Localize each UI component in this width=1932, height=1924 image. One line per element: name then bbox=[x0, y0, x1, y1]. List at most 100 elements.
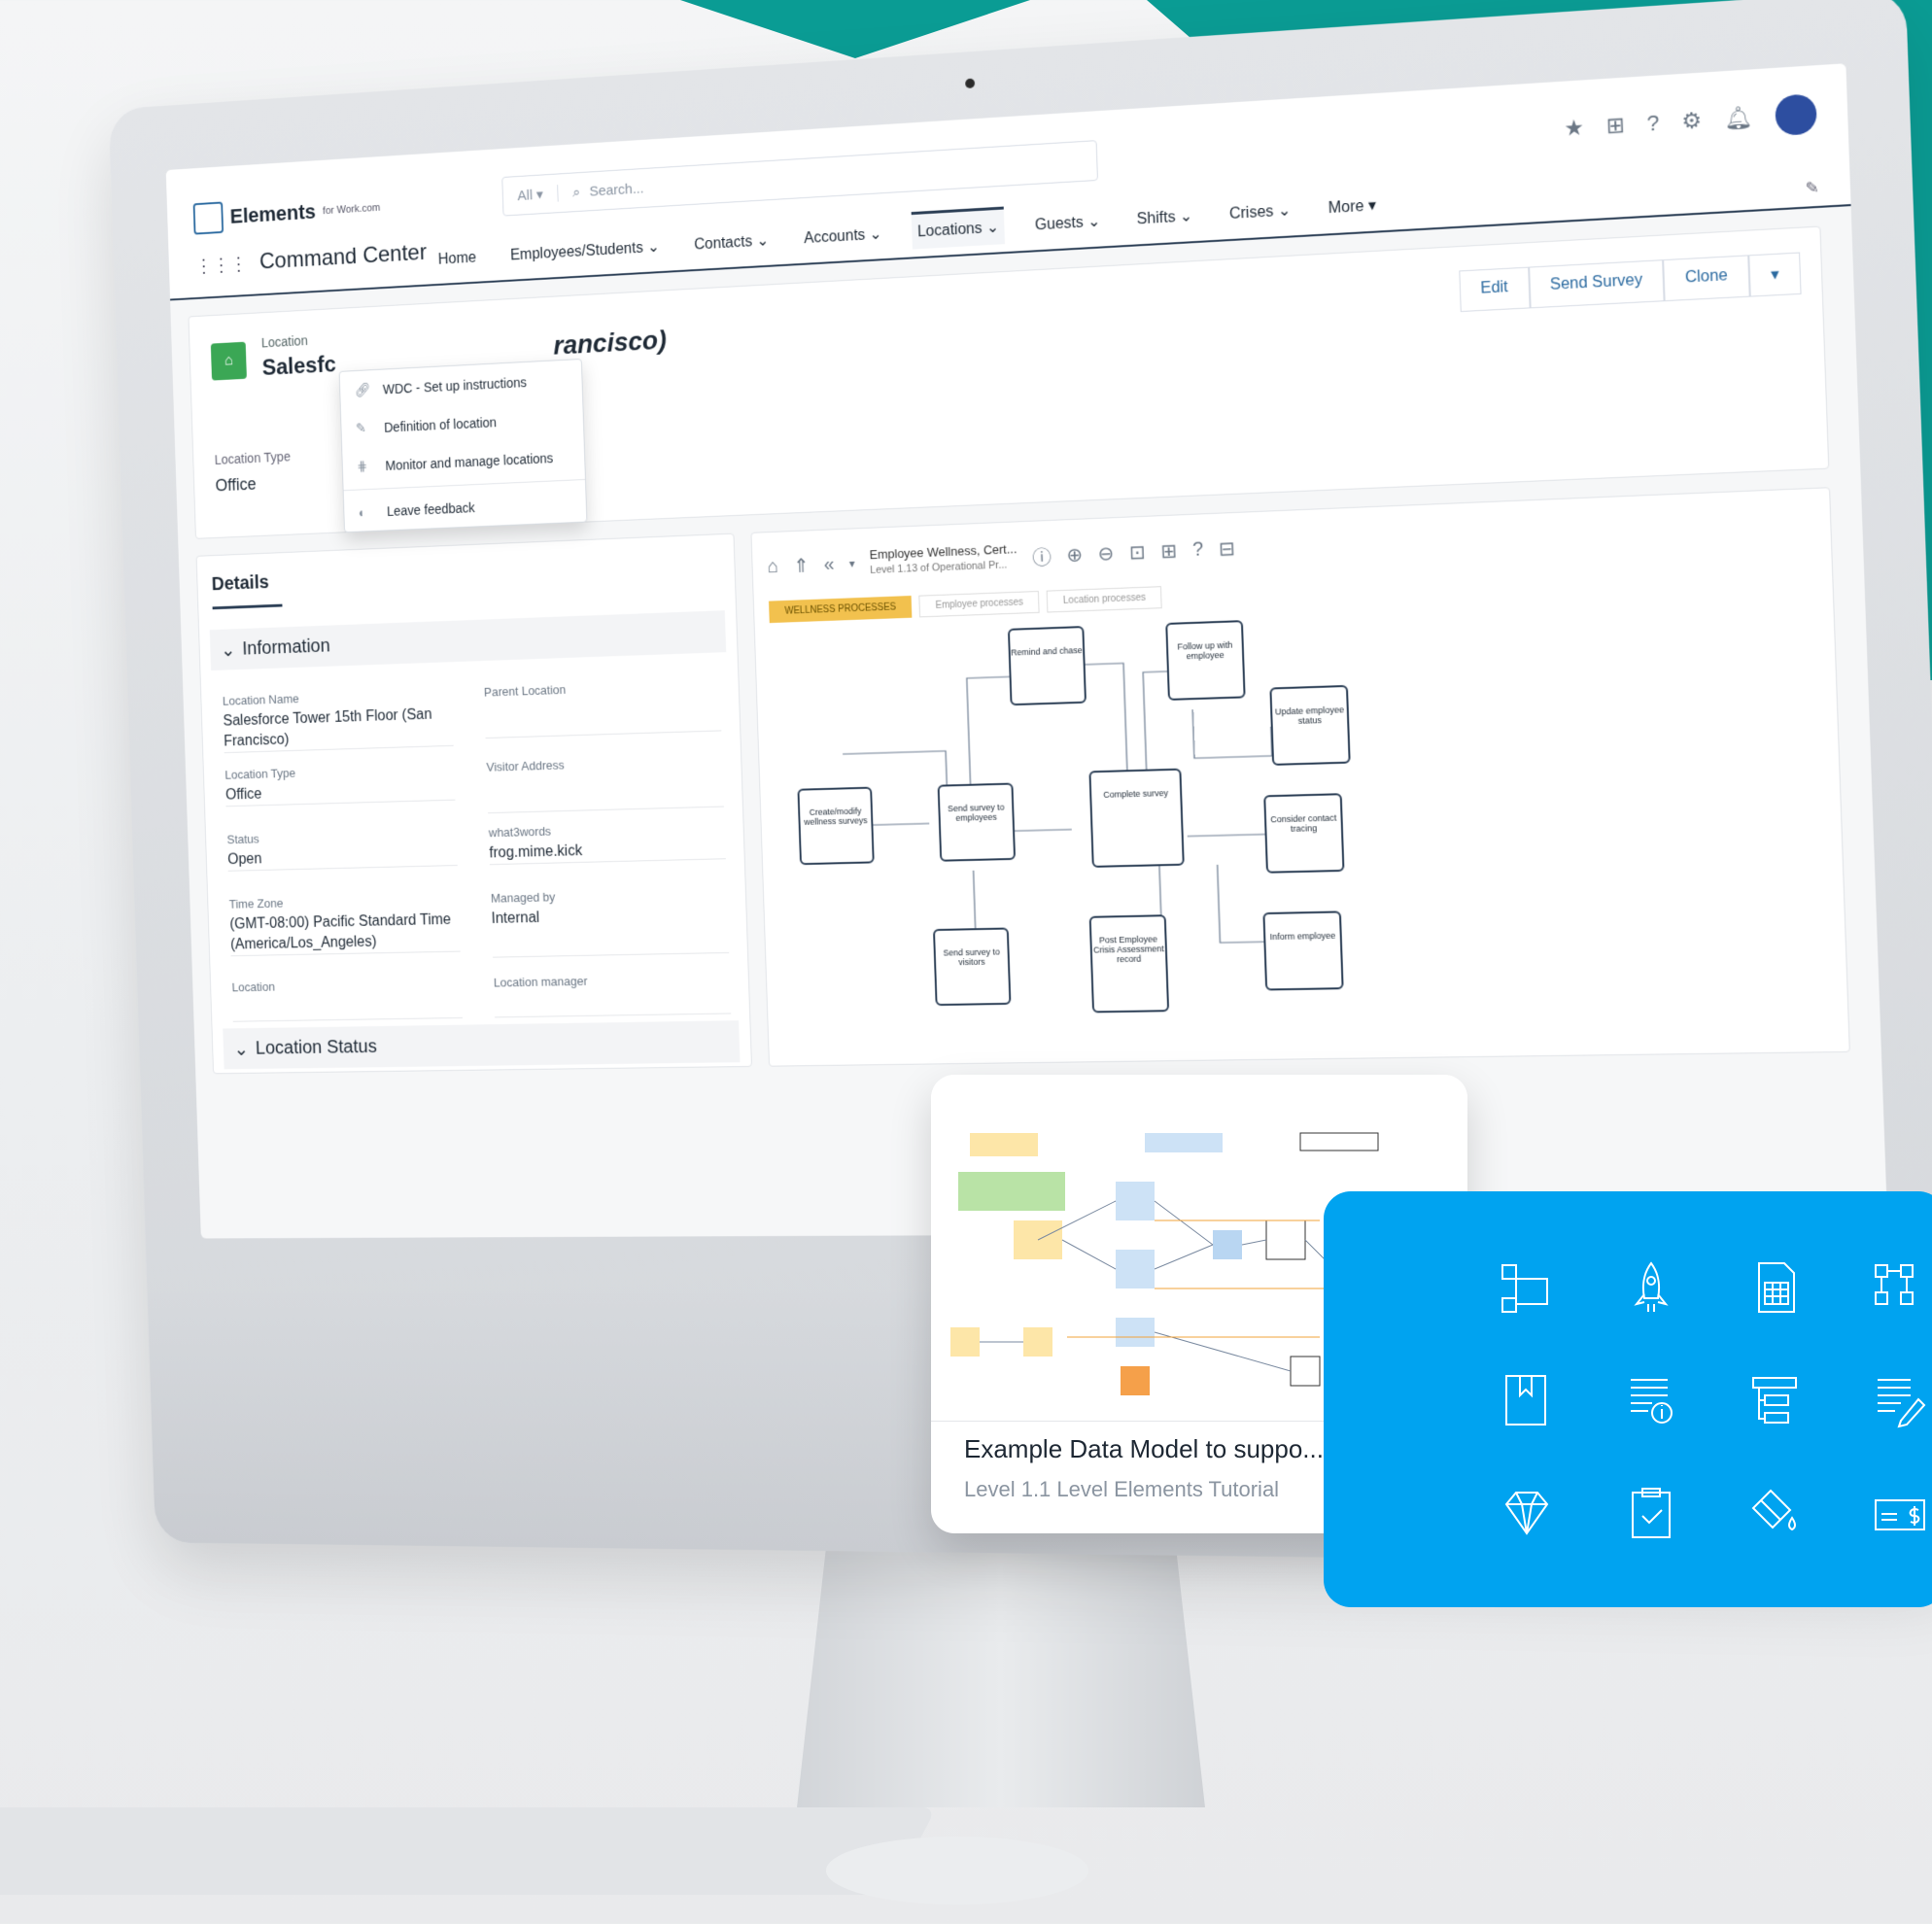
feature-icon-grid bbox=[1499, 1259, 1932, 1598]
process-node[interactable]: Complete survey bbox=[1088, 768, 1185, 868]
tab-accounts[interactable]: Accounts ⌄ bbox=[798, 217, 888, 257]
utility-bar: ★ ⊞ ? ⚙ 🔔︎ bbox=[1564, 93, 1817, 149]
send-survey-button[interactable]: Send Survey bbox=[1528, 259, 1665, 309]
process-node[interactable]: Create/modify wellness surveys bbox=[797, 786, 875, 866]
field-managed-by[interactable]: Managed by Internal bbox=[490, 885, 730, 958]
tab-locations[interactable]: Locations ⌄ bbox=[911, 206, 1006, 250]
more-actions-button[interactable]: ▾ bbox=[1748, 252, 1802, 297]
menu-item-feedback[interactable]: ◐ Leave feedback bbox=[344, 484, 587, 532]
process-node[interactable]: Send survey to visitors bbox=[932, 927, 1012, 1007]
process-node[interactable]: Follow up with employee bbox=[1165, 620, 1246, 701]
field-status[interactable]: Status Open bbox=[226, 826, 458, 872]
record-actions: Edit Send Survey Clone ▾ bbox=[1459, 252, 1802, 313]
chevron-down-icon: ⌄ bbox=[220, 639, 236, 661]
app-launcher[interactable]: ⋮⋮⋮ Command Center bbox=[194, 240, 427, 280]
record-title: Salesfc bbox=[261, 352, 337, 381]
process-node[interactable]: Remind and chase bbox=[1007, 626, 1087, 706]
gear-icon[interactable]: ⚙ bbox=[1681, 108, 1703, 135]
bell-icon[interactable]: 🔔︎ bbox=[1724, 104, 1753, 132]
search-icon: ⌕ bbox=[571, 184, 581, 201]
search-input[interactable]: Search... bbox=[589, 180, 644, 199]
tab-contacts[interactable]: Contacts ⌄ bbox=[688, 223, 775, 261]
search-scope-select[interactable]: All ▾ bbox=[502, 185, 559, 205]
menu-item-label: Leave feedback bbox=[386, 499, 475, 519]
field-label: Managed by bbox=[490, 889, 556, 906]
node-label: Post Employee Crisis Assessment record bbox=[1092, 934, 1164, 965]
process-diagram-panel: ⌂ ⇑ « ▾ Employee Wellness, Cert... Level… bbox=[750, 487, 1850, 1067]
node-label: Send survey to visitors bbox=[943, 946, 1000, 968]
field-location-name[interactable]: Location Name Salesforce Tower 15th Floo… bbox=[222, 686, 454, 754]
menu-item-label: Monitor and manage locations bbox=[385, 450, 554, 473]
field-what3words[interactable]: what3words frog.mime.kick bbox=[488, 819, 726, 866]
edit-nav-icon[interactable]: ✎ bbox=[1805, 178, 1819, 198]
field-label: Status bbox=[226, 831, 259, 847]
edit-button[interactable]: Edit bbox=[1459, 266, 1531, 313]
monitor-stand bbox=[797, 1516, 1205, 1807]
feature-icon-panel bbox=[1324, 1191, 1932, 1607]
tree-structure-icon bbox=[1747, 1372, 1872, 1485]
tab-guests[interactable]: Guests ⌄ bbox=[1029, 203, 1107, 242]
field-location-manager[interactable]: Location manager bbox=[493, 971, 732, 1018]
process-node[interactable]: Post Employee Crisis Assessment record bbox=[1088, 914, 1170, 1014]
teal-shape-left bbox=[680, 0, 1030, 58]
record-title-tail: rancisco) bbox=[552, 325, 668, 361]
link-icon: 🔗︎ bbox=[354, 381, 371, 397]
field-timezone[interactable]: Time Zone (GMT-08:00) Pacific Standard T… bbox=[228, 891, 461, 957]
field-value: (GMT-08:00) Pacific Standard Time (Ameri… bbox=[229, 911, 452, 953]
field-label: Location Type bbox=[224, 766, 296, 782]
brand-logo[interactable]: Elements for Work.com bbox=[192, 192, 381, 235]
help-icon[interactable]: ? bbox=[1646, 110, 1660, 136]
node-label: Remind and chase bbox=[1010, 645, 1083, 658]
field-label: Visitor Address bbox=[486, 757, 565, 774]
rocket-icon bbox=[1623, 1259, 1747, 1372]
field-parent-location[interactable]: Parent Location bbox=[483, 676, 722, 739]
paint-bucket-icon bbox=[1747, 1485, 1872, 1598]
tab-home[interactable]: Home bbox=[432, 242, 482, 277]
keyboard bbox=[0, 1807, 937, 1895]
favorites-icon[interactable]: ★ bbox=[1564, 115, 1584, 142]
tab-more[interactable]: More ▾ bbox=[1322, 188, 1383, 226]
mouse bbox=[826, 1837, 1088, 1905]
add-icon[interactable]: ⊞ bbox=[1605, 113, 1625, 140]
tab-crises[interactable]: Crises ⌄ bbox=[1223, 192, 1297, 231]
avatar[interactable] bbox=[1775, 93, 1817, 137]
node-label: Update employee status bbox=[1274, 704, 1345, 726]
location-type-label: Location Type bbox=[214, 448, 292, 467]
info-dropdown-menu: 🔗︎ WDC - Set up instructions ✎ Definitio… bbox=[338, 358, 588, 533]
location-record-icon: ⌂ bbox=[210, 341, 247, 381]
chevron-down-icon: ⌄ bbox=[233, 1039, 250, 1060]
process-node[interactable]: Send survey to employees bbox=[937, 782, 1017, 862]
currency-card-icon bbox=[1872, 1485, 1932, 1598]
brand-sub: for Work.com bbox=[322, 202, 381, 218]
section-location-status[interactable]: ⌄ Location Status bbox=[223, 1020, 741, 1070]
field-label: what3words bbox=[488, 823, 552, 841]
field-value: Office bbox=[224, 786, 262, 804]
field-value: Internal bbox=[491, 910, 540, 927]
tab-employees[interactable]: Employees/Students ⌄ bbox=[504, 229, 666, 272]
field-label: Location bbox=[231, 979, 276, 995]
tab-shifts[interactable]: Shifts ⌄ bbox=[1130, 198, 1199, 237]
process-node[interactable]: Inform employee bbox=[1262, 910, 1344, 991]
clone-button[interactable]: Clone bbox=[1663, 255, 1750, 302]
record-object-label: Location bbox=[260, 332, 308, 351]
process-node[interactable]: Update employee status bbox=[1269, 684, 1351, 766]
node-label: Consider contact tracing bbox=[1270, 812, 1337, 834]
app-launcher-icon[interactable]: ⋮⋮⋮ bbox=[194, 252, 248, 278]
field-value: Open bbox=[227, 850, 262, 868]
diamond-icon bbox=[1499, 1485, 1623, 1598]
megaphone-icon: ◐ bbox=[358, 504, 366, 521]
field-label: Parent Location bbox=[483, 682, 567, 700]
note-icon: ✎ bbox=[355, 420, 366, 436]
process-node[interactable]: Consider contact tracing bbox=[1263, 793, 1345, 874]
card-title: Example Data Model to suppo... bbox=[964, 1434, 1324, 1463]
menu-item-label: Definition of location bbox=[383, 414, 498, 435]
spreadsheet-icon bbox=[1747, 1259, 1872, 1372]
section-information[interactable]: ⌄ Information bbox=[209, 610, 727, 671]
field-location[interactable]: Location bbox=[231, 976, 463, 1022]
grid-icon: ⋕ bbox=[357, 458, 368, 474]
field-visitor-address[interactable]: Visitor Address bbox=[486, 752, 725, 814]
tab-details[interactable]: Details bbox=[211, 571, 283, 610]
field-location-type[interactable]: Location Type Office bbox=[224, 761, 456, 807]
org-chart-icon bbox=[1872, 1259, 1932, 1372]
node-label: Inform employee bbox=[1269, 930, 1336, 943]
